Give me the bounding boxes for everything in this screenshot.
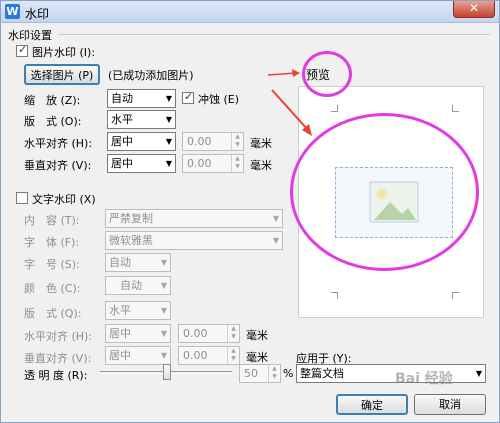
text-h-align-select[interactable]: 居中 ▼ [105,324,171,343]
size-select[interactable]: 自动 ▼ [105,253,171,272]
margin-corner-mark [452,105,459,112]
chevron-down-icon: ▼ [475,369,482,378]
chevron-down-icon: ▼ [165,159,172,168]
chevron-down-icon: ▼ [160,351,167,360]
scale-select[interactable]: 自动 ▼ [107,89,176,108]
close-button[interactable]: ✕ [453,1,495,18]
image-v-unit: 毫米 [250,159,272,172]
image-layout-select[interactable]: 水平 ▼ [107,110,176,129]
size-label: 字 号 (S): [24,258,80,271]
apply-to-select[interactable]: 整篇文档 ▼ [296,364,486,383]
chevron-down-icon: ▼ [160,281,167,290]
image-v-align-select[interactable]: 居中 ▼ [107,154,176,173]
transparency-label: 透 明 度 (R): [24,369,88,382]
arrowhead [292,69,300,77]
annotation-arrows [267,69,312,136]
image-watermark-checkbox[interactable] [16,43,28,57]
title-bar: W 水印 ✕ [1,1,499,23]
spin-arrows-icon: ▲ ▼ [231,133,243,150]
text-v-unit: 毫米 [246,351,268,364]
text-v-align-select[interactable]: 居中 ▼ [105,346,171,365]
chevron-down-icon: ▼ [165,94,172,103]
text-watermark-checkbox[interactable] [16,192,28,204]
margin-corner-mark [331,105,338,112]
washout-checkbox[interactable] [182,90,194,104]
text-h-offset-stepper[interactable]: 0.00 ▲ ▼ [178,324,240,343]
text-layout-select[interactable]: 水平 ▼ [105,301,171,320]
chevron-down-icon: ▼ [160,329,167,338]
text-v-align-label: 垂直对齐 (V): [24,352,92,365]
margin-corner-mark [452,292,459,299]
chevron-down-icon: ▼ [165,137,172,146]
washout-label: 冲蚀 (E) [198,93,240,106]
image-watermark-label: 图片水印 (I): [32,46,96,59]
text-h-unit: 毫米 [246,329,268,342]
color-select[interactable]: 自动 ▼ [105,276,171,295]
spin-arrows-icon: ▲ ▼ [231,155,243,172]
wps-app-icon: W [5,4,20,19]
spin-arrows-icon: ▲ ▼ [268,365,280,382]
text-h-align-label: 水平对齐 (H): [24,330,93,343]
color-label: 颜 色 (C): [24,282,81,295]
image-layout-label: 版 式 (O): [24,115,82,128]
section-label: 水印设置 [8,29,52,42]
spin-arrows-icon: ▲ ▼ [227,325,239,342]
transparency-slider-thumb[interactable] [163,364,171,380]
transparency-unit: % [283,367,294,380]
chevron-down-icon: ▼ [160,306,167,315]
text-watermark-label: 文字水印 (X) [32,193,96,206]
select-image-button[interactable]: 选择图片 (P) [24,64,100,85]
image-added-status: (已成功添加图片) [108,69,194,82]
image-v-align-label: 垂直对齐 (V): [24,159,92,172]
scale-label: 缩 放 (Z): [24,94,81,107]
transparency-stepper[interactable]: 50 ▲ ▼ [239,364,281,383]
content-select[interactable]: 严禁复制 ▼ [105,209,283,228]
text-v-offset-stepper[interactable]: 0.00 ▲ ▼ [178,346,240,365]
text-layout-label: 版 式 (Q): [24,307,82,320]
arrow-to-preview-label [267,72,297,76]
chevron-down-icon: ▼ [272,214,279,223]
image-h-align-label: 水平对齐 (H): [24,137,93,150]
section-divider [58,34,490,35]
chevron-down-icon: ▼ [160,258,167,267]
chevron-down-icon: ▼ [165,115,172,124]
font-select[interactable]: 微软雅黑 ▼ [105,231,283,250]
content-label: 内 容 (T): [24,214,80,227]
site-watermark: Bai 经验 [395,371,453,387]
margin-corner-mark [331,292,338,299]
dialog-title: 水印 [25,7,50,21]
chevron-down-icon: ▼ [272,236,279,245]
image-v-offset-stepper[interactable]: 0.00 ▲ ▼ [182,154,244,173]
spin-arrows-icon: ▲ ▼ [227,347,239,364]
image-h-offset-stepper[interactable]: 0.00 ▲ ▼ [182,132,244,151]
ok-button[interactable]: 确定 [336,394,408,415]
arrow-to-preview-pane [271,89,309,131]
image-h-align-select[interactable]: 居中 ▼ [107,132,176,151]
font-label: 字 体 (F): [24,236,80,249]
cancel-button[interactable]: 取消 [414,394,486,415]
